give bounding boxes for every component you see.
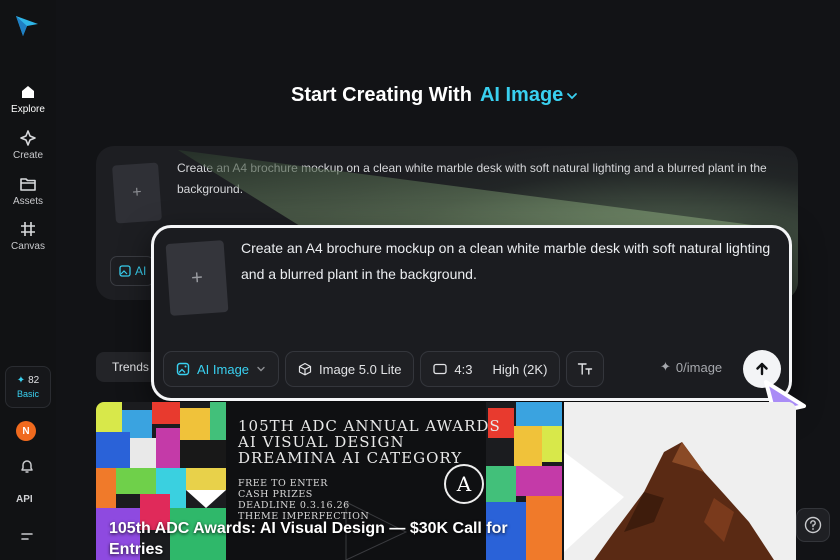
home-icon — [22, 86, 34, 98]
composer-toolbar: AI Image Image 5.0 Lite 4:3 High (2K) — [163, 351, 605, 387]
prompt-input[interactable]: Create an A4 brochure mockup on a clean … — [241, 235, 781, 287]
mode-label: AI Image — [479, 84, 564, 106]
sidebar-item-label: Assets — [12, 196, 43, 207]
mode-dropdown[interactable]: AI Image — [480, 84, 579, 107]
add-reference-image-button[interactable]: + — [165, 240, 229, 316]
quality-label: High (2K) — [492, 361, 548, 377]
sparkle-icon — [20, 130, 36, 146]
credits-badge[interactable]: ✦ 82 Basic — [5, 366, 51, 408]
poster-detail-line: FREE TO ENTER — [238, 478, 328, 489]
gallery-card-chocolate[interactable] — [564, 402, 796, 560]
sidebar: Explore Create Assets Canvas ✦ 82 Basic … — [0, 0, 56, 560]
prompt-composer: + Create an A4 brochure mockup on a clea… — [151, 225, 792, 401]
sidebar-item-label: Canvas — [11, 241, 45, 252]
prompt-text: Create an A4 brochure mockup on a clean … — [177, 161, 767, 196]
sidebar-item-explore[interactable]: Explore — [0, 83, 56, 115]
sidebar-item-label: Create — [12, 150, 43, 161]
gallery-card-adc-awards[interactable]: 105TH ADC ANNUAL AWARDS AI VISUAL DESIGN… — [96, 402, 562, 560]
mode-chip[interactable]: AI — [110, 256, 154, 286]
ratio-quality-select[interactable]: 4:3 High (2K) — [420, 351, 561, 387]
ratio-label: 4:3 — [454, 361, 473, 377]
tab-trends[interactable]: Trends — [96, 352, 158, 382]
gallery-card-caption: 105th ADC Awards: AI Visual Design — $30… — [109, 520, 508, 558]
text-size-icon — [578, 363, 593, 375]
help-button[interactable] — [796, 508, 830, 542]
text-style-button[interactable] — [566, 351, 605, 387]
chocolate-mountain-image — [564, 402, 796, 560]
sparkle-icon: ✦ — [660, 359, 671, 374]
menu-icon[interactable] — [18, 528, 36, 546]
mode-select-label: AI Image — [197, 361, 250, 377]
chevron-down-icon — [567, 92, 578, 99]
api-link[interactable]: API — [16, 494, 33, 505]
model-select-label: Image 5.0 Lite — [319, 361, 402, 377]
arrow-up-icon — [756, 362, 768, 376]
sidebar-item-assets[interactable]: Assets — [0, 175, 56, 207]
page-title: Start Creating With AI Image — [291, 84, 579, 107]
poster-headline: 105TH ADC ANNUAL AWARDS AI VISUAL DESIGN… — [238, 418, 501, 466]
app-logo-icon[interactable] — [14, 14, 40, 38]
title-prefix: Start Creating With — [291, 84, 472, 106]
poster-detail-line: DEADLINE 0.3.16.26 — [238, 500, 350, 511]
poster-detail-line: CASH PRIZES — [238, 489, 313, 500]
bell-icon[interactable] — [18, 457, 36, 475]
credits-count: 82 — [28, 375, 40, 386]
mode-select[interactable]: AI Image — [163, 351, 280, 387]
model-select[interactable]: Image 5.0 Lite — [285, 351, 415, 387]
poster-details: FREE TO ENTER CASH PRIZES DEADLINE 0.3.1… — [238, 478, 369, 522]
sidebar-item-canvas[interactable]: Canvas — [0, 220, 56, 252]
cost-label: 0/image — [675, 359, 723, 375]
avatar[interactable]: N — [16, 421, 36, 441]
cost-indicator: ✦ 0/image — [660, 359, 722, 375]
folder-icon — [20, 178, 36, 191]
poster-line: 105TH ADC ANNUAL AWARDS — [238, 417, 501, 435]
sidebar-item-create[interactable]: Create — [0, 129, 56, 161]
mode-chip-label: AI — [135, 264, 147, 278]
image-icon — [119, 265, 131, 277]
plan-label: Basic — [16, 389, 39, 399]
hash-grid-icon — [21, 222, 35, 236]
sidebar-item-label: Explore — [11, 104, 45, 115]
cube-icon — [298, 362, 312, 376]
adc-logo-icon: A — [444, 464, 484, 504]
add-reference-image-button[interactable]: + — [112, 162, 162, 224]
question-icon — [804, 516, 822, 534]
chevron-down-icon — [257, 366, 265, 372]
image-icon — [176, 362, 190, 376]
aspect-ratio-icon — [433, 363, 448, 375]
poster-line: AI VISUAL DESIGN — [238, 433, 405, 451]
sparkle-icon: ✦ — [16, 375, 26, 386]
